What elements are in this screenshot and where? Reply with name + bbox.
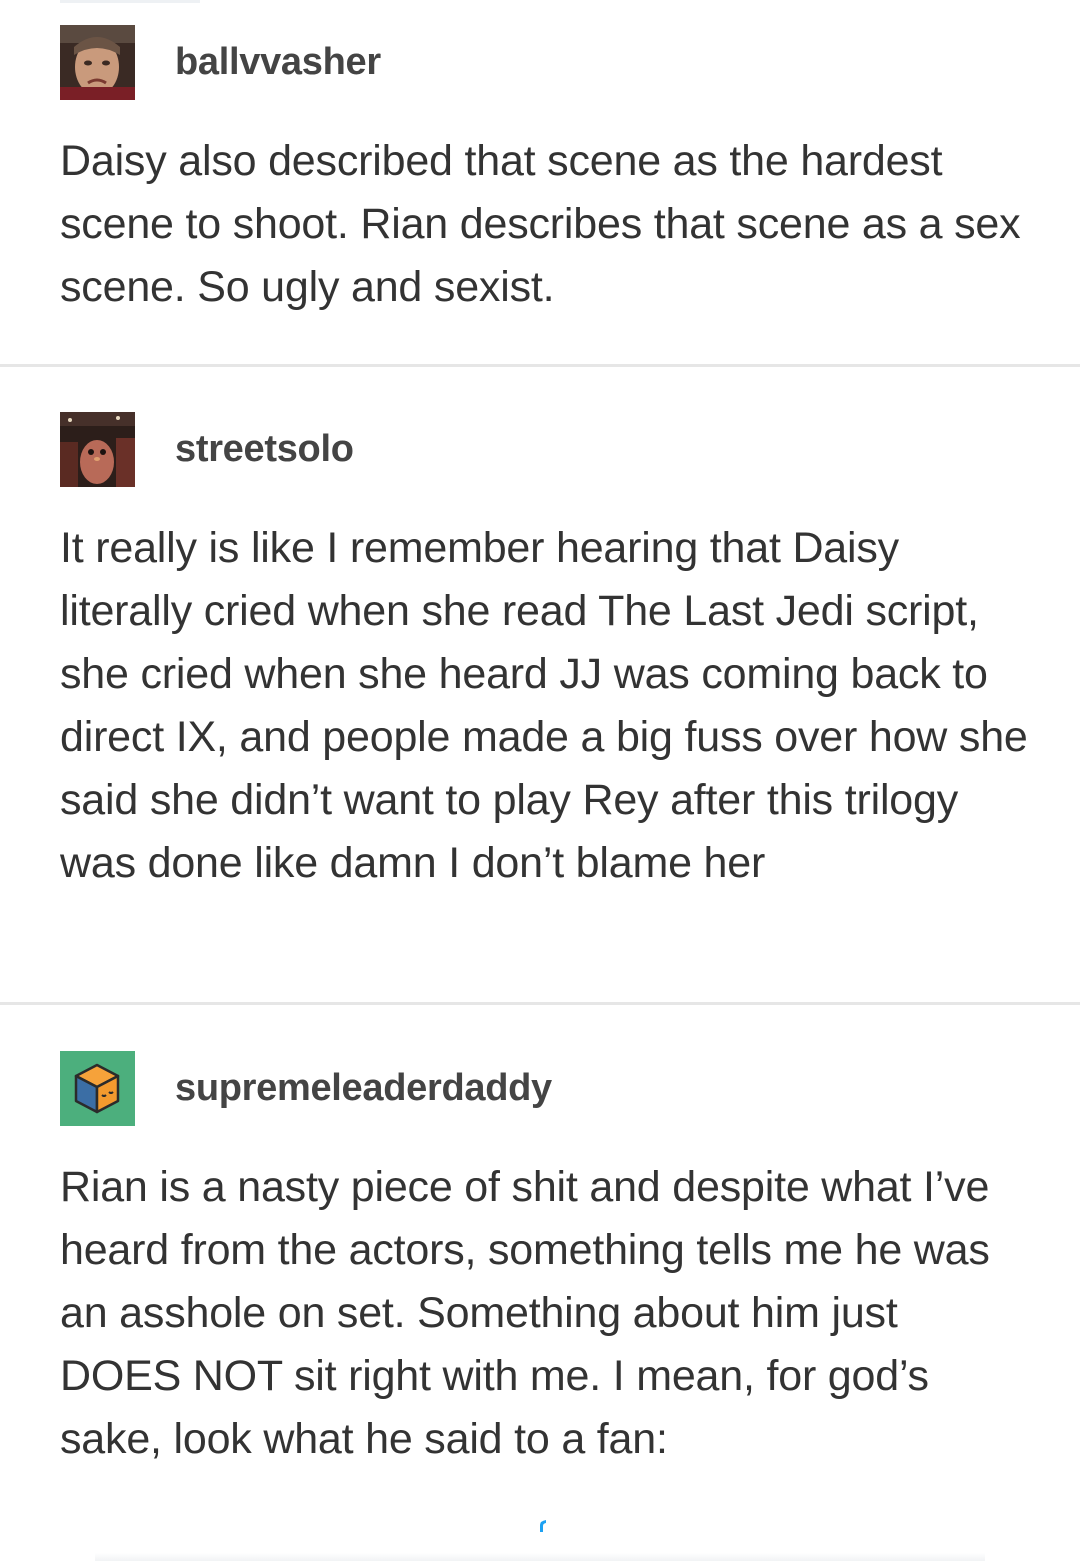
username[interactable]: ballvvasher xyxy=(175,41,381,84)
photo-avatar-porg-icon[interactable] xyxy=(60,412,135,487)
post-header: streetsolo xyxy=(60,412,354,487)
post-divider xyxy=(0,364,1080,367)
post-body-text: Daisy also described that scene as the h… xyxy=(60,137,1021,311)
post-body-text: Rian is a nasty piece of shit and despit… xyxy=(60,1163,990,1463)
username[interactable]: supremeleaderdaddy xyxy=(175,1067,552,1110)
username[interactable]: streetsolo xyxy=(175,428,354,471)
post-header: ballvvasher xyxy=(60,25,381,100)
embedded-tweet-preview[interactable] xyxy=(95,1553,985,1561)
top-divider-fragment xyxy=(60,0,200,3)
post-divider xyxy=(0,1002,1080,1005)
photo-avatar-man-icon[interactable] xyxy=(60,25,135,100)
cube-avatar-icon[interactable] xyxy=(60,1051,135,1126)
post-body-text: It really is like I remember hearing tha… xyxy=(60,524,1028,887)
post-header: supremeleaderdaddy xyxy=(60,1051,552,1126)
embed-preview-icon xyxy=(540,1520,546,1532)
